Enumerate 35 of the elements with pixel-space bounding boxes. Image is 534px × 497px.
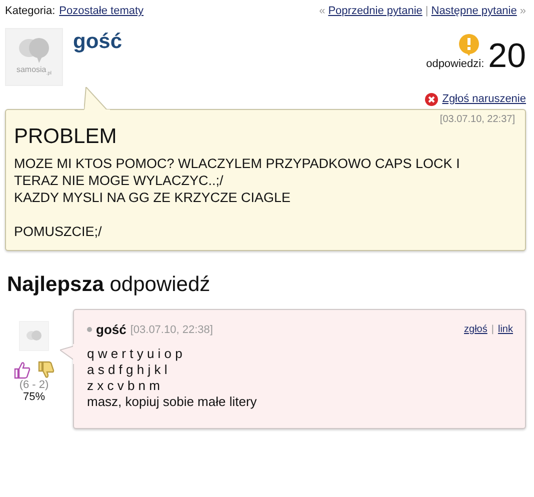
answers-label: odpowiedzi: [426,58,484,70]
next-question-link[interactable]: Następne pytanie [431,5,517,17]
previous-question-link[interactable]: Poprzednie pytanie [328,5,422,17]
permalink[interactable]: link [498,324,513,335]
answer-text: a s d f g h j k l [87,362,168,378]
vote-percent: 75% [22,391,46,403]
separator: | [425,5,428,17]
report-link[interactable]: zgłoś [464,324,488,335]
answer-text: z x c v b n m [87,378,161,394]
category-link[interactable]: Pozostałe tematy [59,5,144,17]
previous-mark: « [319,5,326,17]
author-name: gość [73,30,122,54]
speech-bubbles-icon [17,37,51,64]
question-text: MOZE MI KTOS POMOC? WLACZYLEM PRZYPADKOWO CAPS LOCK I TERAZ NIE MOGE WYLACZYC..;/ [14,155,461,189]
question-text: POMUSZCIE;/ [14,223,103,240]
thumbs-down-icon[interactable] [37,361,55,379]
answers-count: 20 [488,38,526,74]
question-title: PROBLEM [14,125,118,149]
question-text: KAZDY MYSLI NA GG ZE KRZYCZE CIAGLE [14,189,292,206]
category-label: Kategoria: [5,5,56,17]
thumbs-up-icon[interactable] [13,361,31,379]
separator: | [491,324,494,335]
status-dot [87,327,92,332]
answer-text: q w e r t y u i o p [87,346,184,362]
answer-date: [03.07.10, 22:38] [130,324,213,336]
vote-count: (6 - 2) [19,379,49,391]
question-date: [03.07.10, 22:37] [438,114,515,125]
speech-bubbles-icon [25,330,43,342]
close-icon [425,92,438,106]
avatar-text: samosia$_{.pl}$ [16,65,52,77]
report-link[interactable]: Zgłoś naruszenie [442,93,526,105]
author-name: gość [96,322,126,337]
next-mark: » [520,5,526,17]
best-answer-heading: Najlepsza odpowiedź [7,273,212,297]
answer-text: masz, kopiuj sobie małe litery [87,394,258,410]
